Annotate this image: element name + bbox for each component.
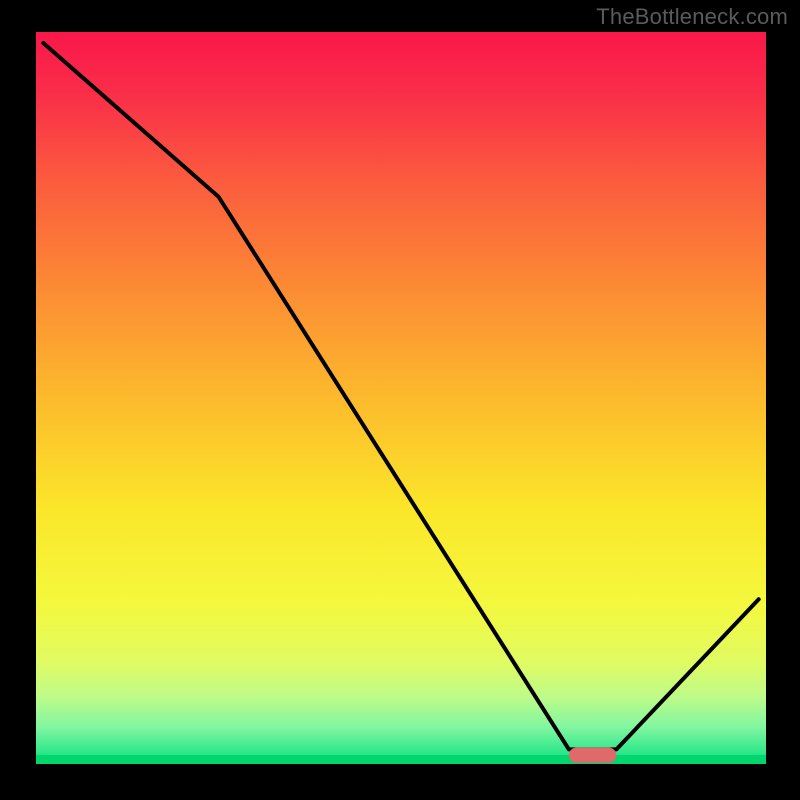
optimal-range-marker xyxy=(569,748,616,763)
chart-svg xyxy=(0,0,800,800)
chart-container: TheBottleneck.com xyxy=(0,0,800,800)
baseline-strip xyxy=(36,755,766,764)
plot-background xyxy=(36,32,766,764)
watermark-text: TheBottleneck.com xyxy=(596,4,788,30)
